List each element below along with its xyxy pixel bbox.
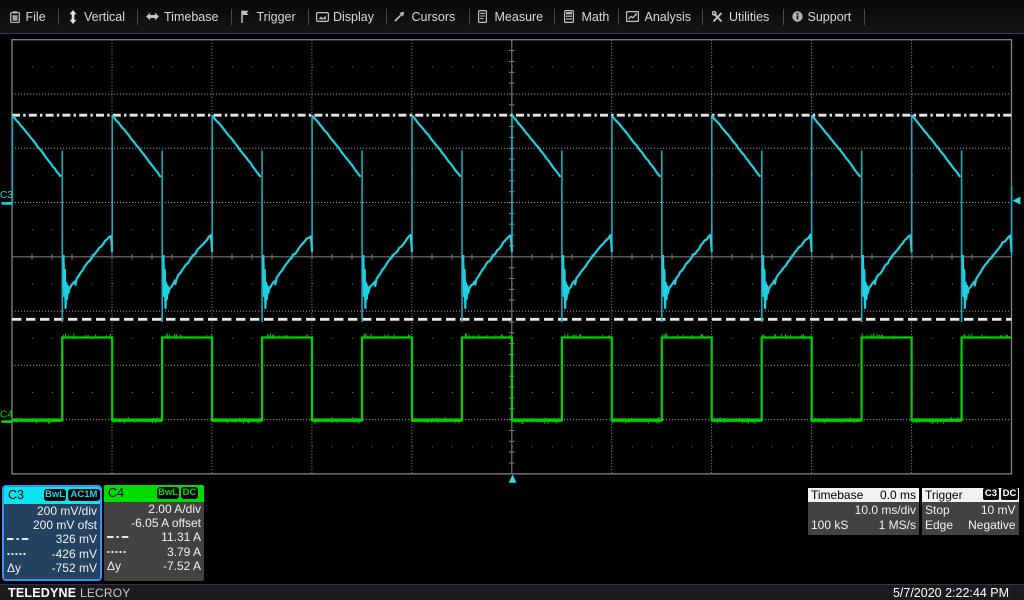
svg-text:C3: C3 [0, 190, 13, 201]
svg-text:C4: C4 [0, 410, 13, 421]
